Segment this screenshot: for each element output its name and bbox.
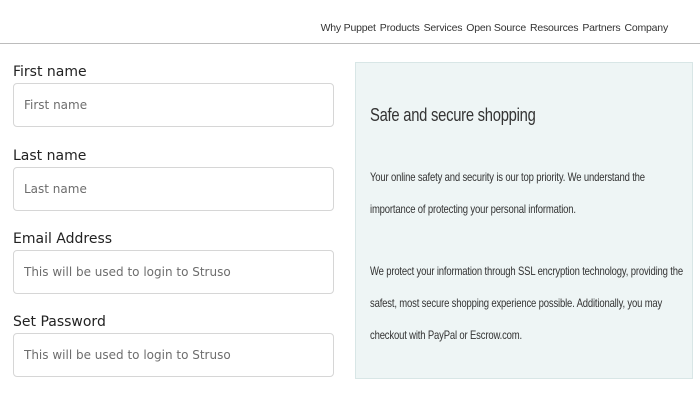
nav-item-company[interactable]: Company: [624, 22, 668, 34]
nav-item-open-source[interactable]: Open Source: [466, 22, 526, 34]
panel-paragraph-safety: Your online safety and security is our t…: [370, 170, 645, 216]
nav-item-why-puppet[interactable]: Why Puppet: [321, 22, 376, 34]
nav-item-products[interactable]: Products: [380, 22, 420, 34]
nav-item-services[interactable]: Services: [424, 22, 463, 34]
panel-title: Safe and secure shopping: [370, 105, 536, 125]
secure-shopping-panel: Safe and secure shopping Your online saf…: [355, 62, 693, 379]
email-label: Email Address: [13, 231, 113, 247]
main-nav: Why Puppet Products Services Open Source…: [321, 22, 669, 34]
first-name-input[interactable]: [13, 83, 334, 127]
last-name-input[interactable]: [13, 167, 334, 211]
nav-item-resources[interactable]: Resources: [530, 22, 579, 34]
password-input[interactable]: [13, 333, 334, 377]
panel-paragraph-encryption: We protect your information through SSL …: [370, 264, 683, 342]
nav-item-partners[interactable]: Partners: [582, 22, 620, 34]
password-label: Set Password: [13, 314, 106, 330]
first-name-label: First name: [13, 64, 87, 80]
email-input[interactable]: [13, 250, 334, 294]
last-name-label: Last name: [13, 148, 87, 164]
top-nav-bar: Why Puppet Products Services Open Source…: [0, 0, 700, 44]
